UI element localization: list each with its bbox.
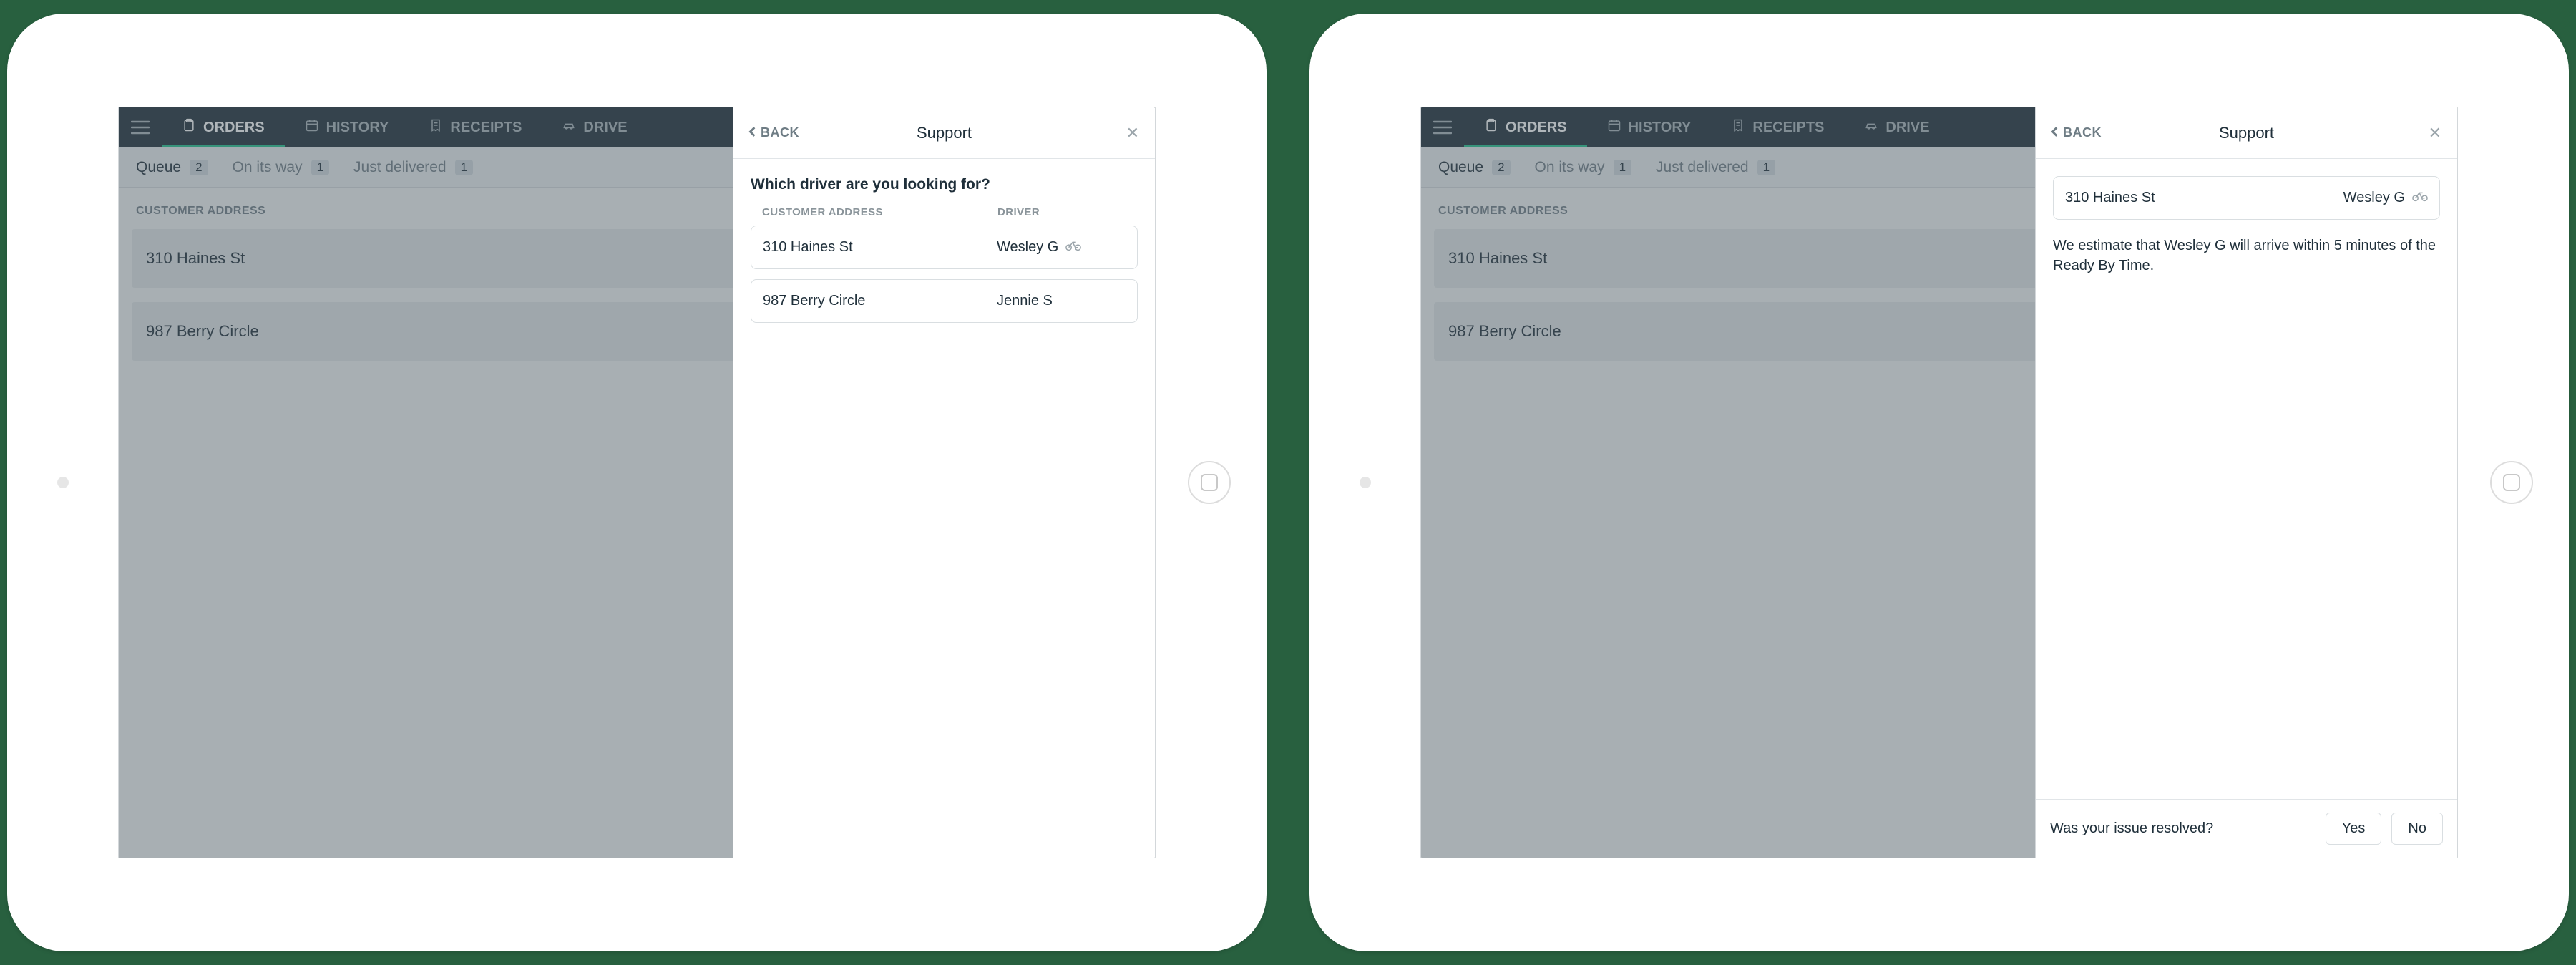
- camera-dot: [1360, 477, 1371, 488]
- eta-estimate-text: We estimate that Wesley G will arrive wi…: [2053, 236, 2440, 276]
- tablet-device-right: ORDERS HISTORY RECEIPTS DRIVE Queue: [1309, 14, 2569, 951]
- col-driver: DRIVER: [997, 206, 1126, 218]
- support-panel: BACK Support ✕ Which driver are you look…: [733, 107, 1155, 858]
- close-button[interactable]: ✕: [1126, 124, 1139, 142]
- selected-driver-card[interactable]: 310 Haines St Wesley G: [2053, 176, 2440, 220]
- panel-body: Which driver are you looking for? CUSTOM…: [733, 159, 1155, 858]
- home-button[interactable]: [1188, 461, 1231, 504]
- no-button[interactable]: No: [2391, 813, 2443, 845]
- driver-option[interactable]: 987 Berry Circle Jennie S: [751, 279, 1138, 323]
- panel-prompt: Which driver are you looking for?: [751, 176, 1138, 193]
- bike-icon: [1065, 239, 1081, 256]
- panel-header: BACK Support ✕: [733, 107, 1155, 159]
- driver-address: 310 Haines St: [763, 239, 997, 256]
- driver-columns: CUSTOMER ADDRESS DRIVER: [751, 206, 1138, 226]
- panel-header: BACK Support ✕: [2036, 107, 2457, 159]
- app-screen-right: ORDERS HISTORY RECEIPTS DRIVE Queue: [1420, 107, 2458, 858]
- back-button[interactable]: BACK: [2036, 125, 2102, 140]
- col-customer-address: CUSTOMER ADDRESS: [762, 206, 997, 218]
- home-button[interactable]: [2490, 461, 2533, 504]
- driver-name: Jennie S: [997, 293, 1053, 309]
- camera-dot: [57, 477, 69, 488]
- panel-footer: Was your issue resolved? Yes No: [2036, 799, 2457, 858]
- tablet-device-left: ORDERS HISTORY RECEIPTS DRIVE Queu: [7, 14, 1267, 951]
- selected-driver-name: Wesley G: [2343, 190, 2405, 206]
- close-icon: ✕: [2429, 124, 2441, 142]
- panel-body: 310 Haines St Wesley G We estimate that …: [2036, 159, 2457, 799]
- driver-address: 987 Berry Circle: [763, 293, 997, 309]
- back-button[interactable]: BACK: [733, 125, 799, 140]
- close-button[interactable]: ✕: [2429, 124, 2441, 142]
- support-panel: BACK Support ✕ 310 Haines St Wesley G: [2035, 107, 2457, 858]
- back-label: BACK: [2063, 125, 2102, 140]
- yes-button[interactable]: Yes: [2326, 813, 2382, 845]
- footer-question: Was your issue resolved?: [2050, 820, 2316, 837]
- close-icon: ✕: [1126, 124, 1139, 142]
- bike-icon: [2412, 190, 2428, 206]
- driver-option[interactable]: 310 Haines St Wesley G: [751, 226, 1138, 269]
- chevron-left-icon: [2050, 125, 2060, 140]
- selected-address: 310 Haines St: [2065, 190, 2343, 206]
- chevron-left-icon: [748, 125, 758, 140]
- driver-name: Wesley G: [997, 239, 1058, 256]
- app-screen-left: ORDERS HISTORY RECEIPTS DRIVE Queu: [118, 107, 1156, 858]
- back-label: BACK: [761, 125, 799, 140]
